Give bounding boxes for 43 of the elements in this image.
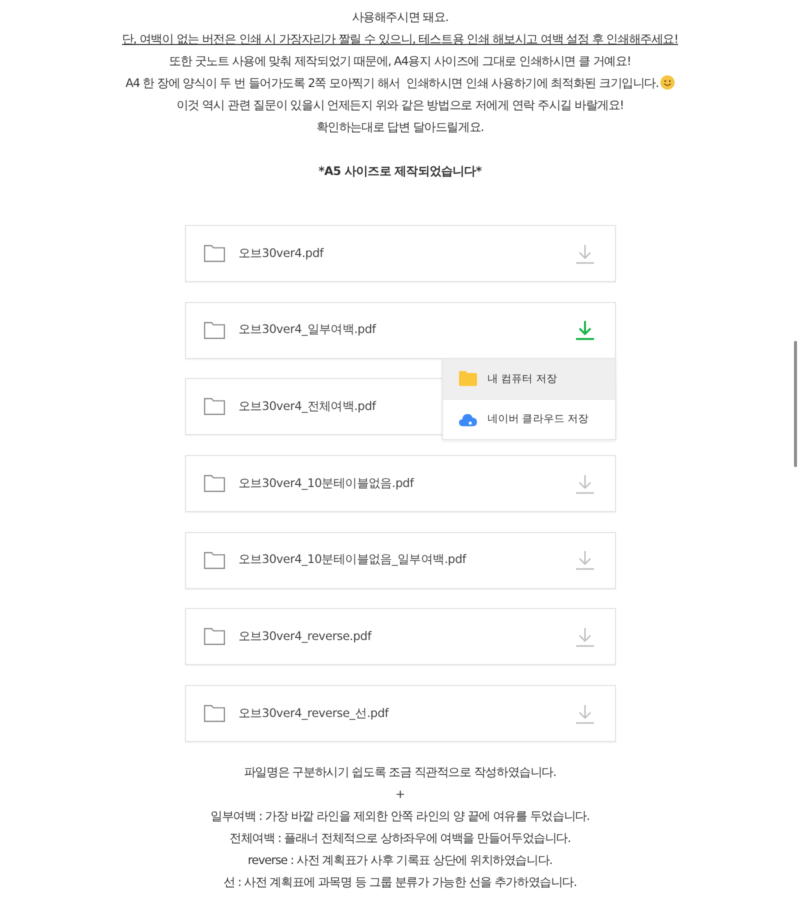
download-icon[interactable] xyxy=(574,550,594,570)
note-text: 일부여백 : 가장 바깥 라인을 제외한 안쪽 라인의 양 끝에 여유를 두었습니다. xyxy=(210,809,590,824)
file-name: 오브30ver4_reverse.pdf xyxy=(238,628,373,645)
download-icon[interactable] xyxy=(574,626,594,647)
note-text: 선 : 사전 계획표에 과목명 등 그룹 분류가 가능한 선을 추가하였습니다. xyxy=(223,875,577,890)
notice-text: *A5 사이즈로 제작되었습니다* xyxy=(318,164,482,178)
note-text: 전체여백 : 플래너 전체적으로 상하좌우에 여백을 만들어두었습니다. xyxy=(229,831,571,846)
file-card[interactable]: 오브30ver4.pdf xyxy=(184,225,616,282)
folder-icon xyxy=(204,475,224,492)
body-text: 사용해주시면 돼요. xyxy=(352,10,448,24)
file-name: 오브30ver4_일부여백.pdf xyxy=(238,322,378,338)
folder-icon xyxy=(204,705,224,722)
download-icon[interactable] xyxy=(574,474,594,494)
download-icon[interactable] xyxy=(574,244,594,264)
body-text: 단, 여백이 없는 버전은 인쇄 시 가장자리가 짤릴 수 있으니, 테스트용 인쇄 해보시고 여백 설정 후 인쇄해주세요! xyxy=(122,32,678,46)
file-card[interactable]: 오브30ver4_reverse_선.pdf xyxy=(184,685,616,742)
file-name: 오브30ver4_전체여백.pdf xyxy=(238,398,378,415)
cloud-icon xyxy=(458,412,476,427)
folder-icon xyxy=(204,398,224,416)
file-name: 오브30ver4_10분테이블없음_일부여백.pdf xyxy=(238,552,468,568)
menu-item[interactable]: 네이버 클라우드 저장 xyxy=(442,398,614,439)
body-text: A4 한 장에 양식이 두 번 들어가도록 2쪽 모아찍기 해서 인쇄하시면 인쇄 사용하기에 최적화된 크기입니다. xyxy=(125,76,659,90)
folder-icon xyxy=(458,371,476,386)
note-text: reverse : 사전 계획표가 사후 기록표 상단에 위치하였습니다. xyxy=(248,853,552,868)
download-icon[interactable] xyxy=(574,320,594,340)
file-name: 오브30ver4_reverse_선.pdf xyxy=(238,706,390,722)
download-icon[interactable] xyxy=(574,704,594,724)
file-card[interactable]: 오브30ver4_reverse.pdf xyxy=(184,608,616,666)
file-name: 오브30ver4_10분테이블없음.pdf xyxy=(238,476,416,492)
scrollbar-thumb[interactable] xyxy=(794,341,797,467)
body-text: 확인하는대로 답변 달아드릴게요. xyxy=(316,120,484,134)
file-card[interactable]: 오브30ver4_10분테이블없음.pdf xyxy=(184,455,616,512)
note-text: + xyxy=(395,787,405,802)
file-name: 오브30ver4.pdf xyxy=(238,246,325,262)
file-card[interactable]: 오브30ver4_10분테이블없음_일부여백.pdf xyxy=(184,532,616,589)
body-text: 또한 굿노트 사용에 맞춰 제작되었기 때문에, A4용지 사이즈에 그대로 인쇄하시면 클 거예요! xyxy=(169,54,631,68)
folder-icon xyxy=(204,245,224,262)
folder-icon xyxy=(204,628,224,646)
menu-item[interactable]: 내 컴퓨터 저장 xyxy=(442,358,614,399)
note-text: 파일명은 구분하시기 쉽도록 조금 직관적으로 작성하였습니다. xyxy=(244,765,556,780)
body-text: 이것 역시 관련 질문이 있을시 언제든지 위와 같은 방법으로 저에게 연락 주시길 바랄게요! xyxy=(176,98,624,112)
folder-icon xyxy=(204,322,224,339)
folder-icon xyxy=(204,552,224,569)
